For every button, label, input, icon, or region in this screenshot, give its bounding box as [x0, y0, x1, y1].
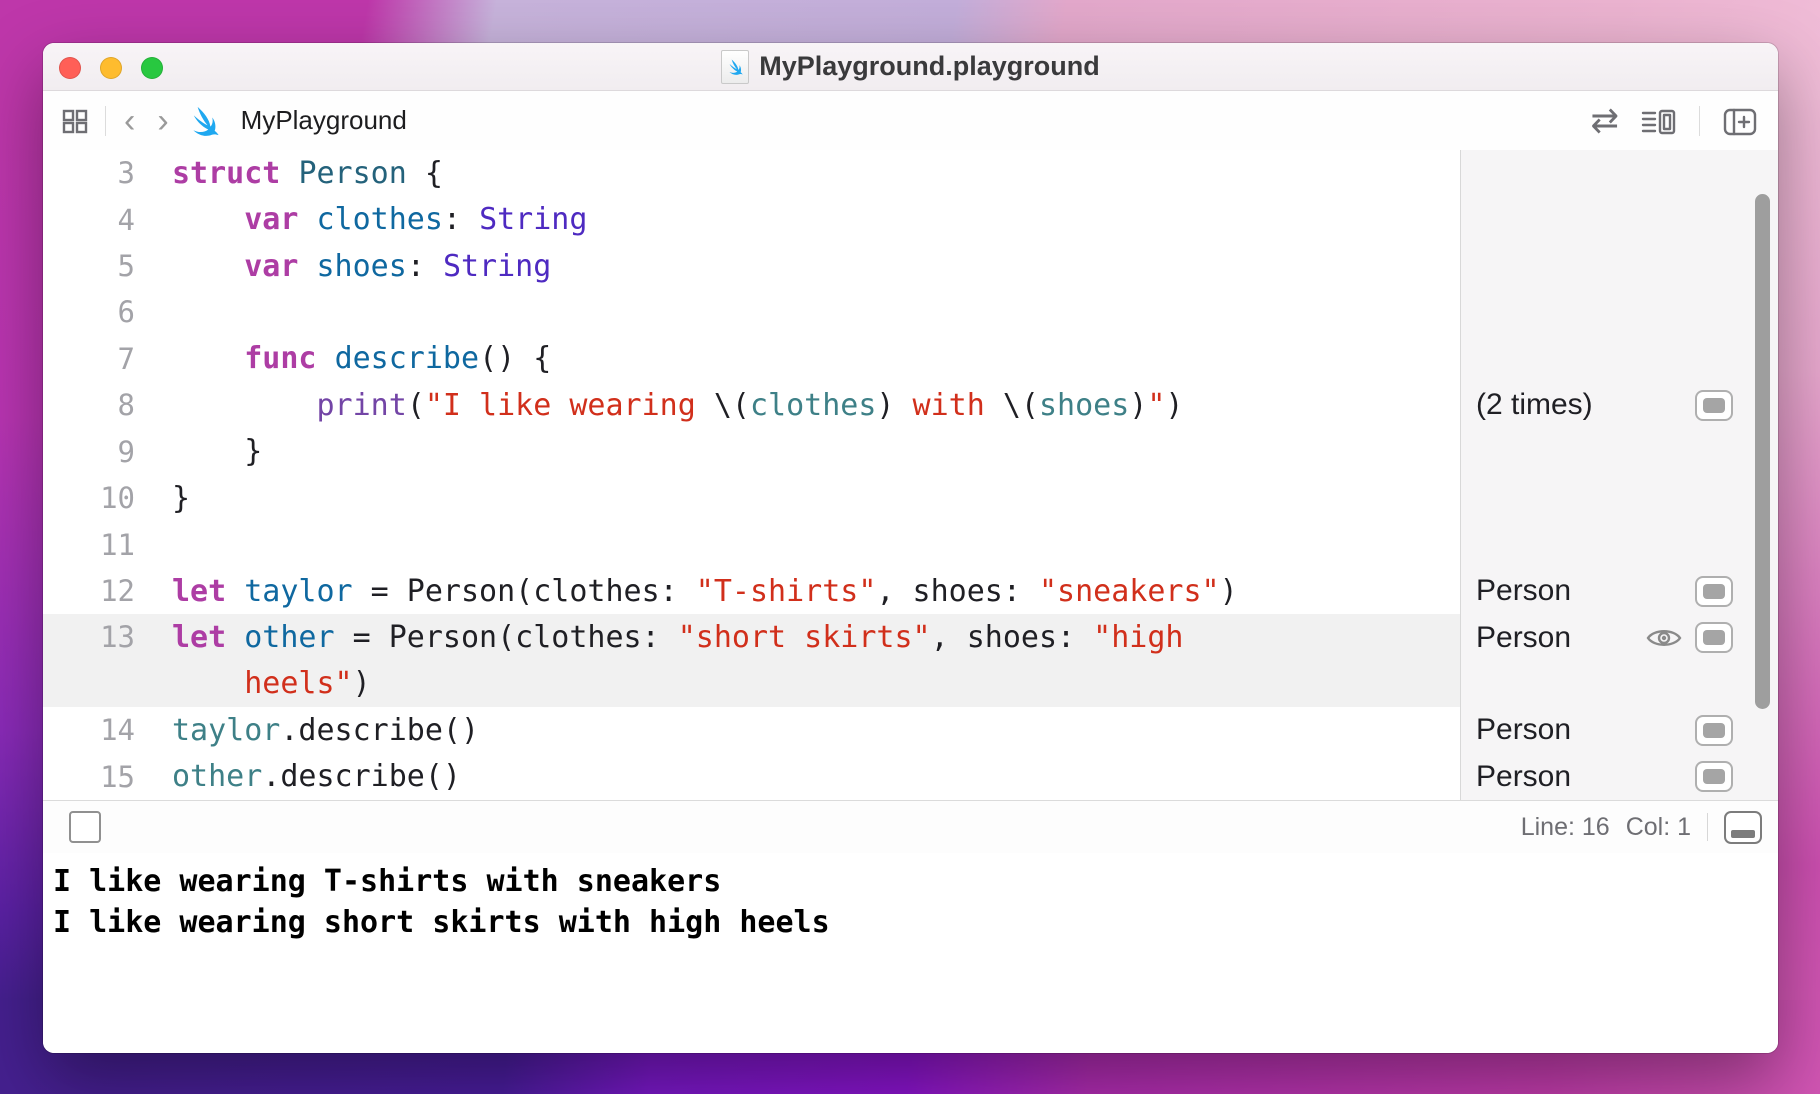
code-text: let other = Person(clothes: "short skirt… — [135, 620, 1183, 655]
code-review-icon[interactable]: ⇄ — [1591, 101, 1620, 141]
code-line[interactable]: 4 var clothes: String — [43, 196, 1460, 242]
code-text: heels") — [135, 666, 371, 701]
status-bar: Line: 16 Col: 1 — [43, 800, 1778, 854]
code-line[interactable]: 15other.describe() — [43, 753, 1460, 799]
line-number: 9 — [43, 435, 135, 469]
vertical-scrollbar[interactable] — [1755, 194, 1770, 709]
swift-bird-icon — [187, 104, 221, 138]
line-number: 3 — [43, 156, 135, 190]
result-value-label: Person — [1461, 760, 1695, 794]
code-editor[interactable]: 3struct Person {4 var clothes: String5 v… — [43, 150, 1460, 800]
related-items-icon[interactable] — [59, 105, 91, 137]
code-line[interactable]: 13let other = Person(clothes: "short ski… — [43, 614, 1460, 660]
line-number: 12 — [43, 574, 135, 608]
editor-options-icon[interactable] — [1639, 104, 1679, 138]
result-value-label: Person — [1461, 621, 1645, 655]
console-output[interactable]: I like wearing T-shirts with sneakersI l… — [43, 853, 1778, 1053]
code-line[interactable]: 3struct Person { — [43, 150, 1460, 196]
cursor-line-label: Line: 16 — [1521, 813, 1610, 842]
toolbar-separator — [105, 106, 106, 136]
result-row: Person — [1461, 614, 1778, 660]
quick-look-eye-icon[interactable] — [1645, 624, 1683, 652]
line-number: 11 — [43, 528, 135, 562]
code-text: let taylor = Person(clothes: "T-shirts",… — [135, 574, 1238, 609]
code-text: taylor.describe() — [135, 713, 479, 748]
code-text: func describe() { — [135, 341, 551, 376]
result-row: Person — [1461, 754, 1778, 800]
line-number: 10 — [43, 481, 135, 515]
back-button[interactable]: ‹ — [120, 104, 139, 138]
code-text: struct Person { — [135, 156, 443, 191]
hide-debug-area-icon[interactable] — [1724, 811, 1762, 844]
console-line: I like wearing T-shirts with sneakers — [43, 861, 1778, 902]
cursor-col-label: Col: 1 — [1626, 813, 1691, 842]
window-controls — [59, 57, 163, 79]
window-title: MyPlayground.playground — [759, 51, 1100, 82]
code-text: } — [135, 434, 262, 469]
swift-bird-icon — [726, 58, 744, 76]
code-line[interactable]: 9 } — [43, 429, 1460, 475]
result-value-label: (2 times) — [1461, 388, 1695, 422]
show-result-toggle[interactable] — [1695, 761, 1733, 792]
breadcrumb[interactable]: MyPlayground — [241, 105, 407, 136]
close-button[interactable] — [59, 57, 81, 79]
code-text: var shoes: String — [135, 249, 551, 284]
line-number: 5 — [43, 249, 135, 283]
toolbar: ‹ › MyPlayground ⇄ — [43, 91, 1778, 151]
title-bar: MyPlayground.playground — [43, 43, 1778, 91]
line-number: 15 — [43, 760, 135, 794]
playground-results-sidebar: (2 times) Person Person Person Person — [1460, 150, 1778, 800]
show-result-toggle[interactable] — [1695, 715, 1733, 746]
code-line[interactable]: 7 func describe() { — [43, 336, 1460, 382]
code-line[interactable]: 14taylor.describe() — [43, 707, 1460, 753]
playground-document-icon — [721, 50, 749, 84]
minimize-button[interactable] — [100, 57, 122, 79]
result-value-label: Person — [1461, 574, 1695, 608]
code-line[interactable]: heels") — [43, 661, 1460, 707]
line-number: 6 — [43, 295, 135, 329]
code-line[interactable]: 10} — [43, 475, 1460, 521]
line-number: 14 — [43, 713, 135, 747]
forward-button[interactable]: › — [153, 104, 172, 138]
show-result-toggle[interactable] — [1695, 622, 1733, 653]
line-number: 4 — [43, 203, 135, 237]
code-text: print("I like wearing \(clothes) with \(… — [135, 388, 1183, 423]
line-number: 7 — [43, 342, 135, 376]
xcode-playground-window: MyPlayground.playground ‹ › MyPlayground — [43, 43, 1778, 1053]
console-filter-checkbox[interactable] — [69, 811, 101, 843]
result-row: Person — [1461, 568, 1778, 614]
toolbar-separator — [1699, 106, 1700, 136]
code-text: var clothes: String — [135, 202, 587, 237]
editor-split: 3struct Person {4 var clothes: String5 v… — [43, 150, 1778, 800]
statusbar-separator — [1707, 813, 1708, 841]
console-line: I like wearing short skirts with high he… — [43, 902, 1778, 943]
zoom-button[interactable] — [141, 57, 163, 79]
code-text: } — [135, 481, 190, 516]
result-row: (2 times) — [1461, 382, 1778, 428]
line-number: 8 — [43, 388, 135, 422]
show-result-toggle[interactable] — [1695, 390, 1733, 421]
show-result-toggle[interactable] — [1695, 576, 1733, 607]
code-line[interactable]: 6 — [43, 289, 1460, 335]
code-text: other.describe() — [135, 759, 461, 794]
result-row: Person — [1461, 707, 1778, 753]
code-line[interactable]: 5 var shoes: String — [43, 243, 1460, 289]
code-line[interactable]: 12let taylor = Person(clothes: "T-shirts… — [43, 568, 1460, 614]
code-line[interactable]: 11 — [43, 521, 1460, 567]
code-line[interactable]: 8 print("I like wearing \(clothes) with … — [43, 382, 1460, 428]
result-value-label: Person — [1461, 713, 1695, 747]
line-number: 13 — [43, 620, 135, 654]
add-editor-icon[interactable] — [1720, 104, 1760, 138]
